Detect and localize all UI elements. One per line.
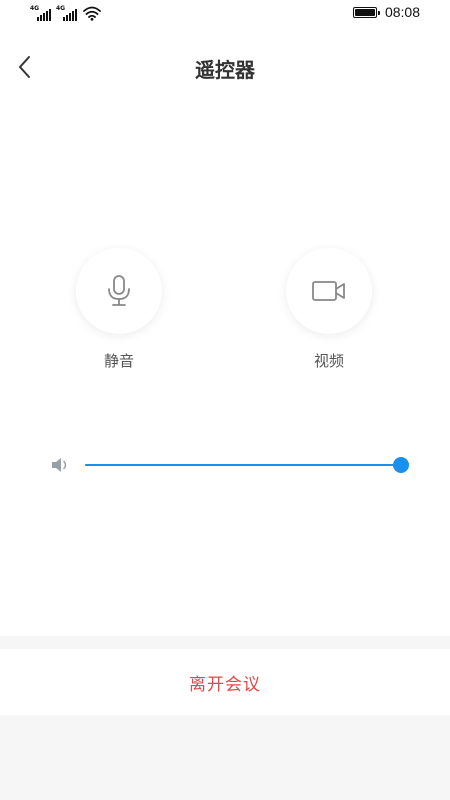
microphone-icon (108, 275, 130, 306)
video-control: 视频 (269, 248, 389, 371)
volume-thumb[interactable] (393, 457, 409, 473)
signal-2-icon: 4G (56, 5, 79, 21)
speaker-icon (52, 458, 67, 472)
wifi-icon (83, 6, 101, 21)
volume-slider[interactable] (85, 455, 409, 475)
volume-fill (85, 464, 405, 466)
status-right: 08:08 (352, 4, 420, 20)
page-title: 遥控器 (195, 58, 255, 82)
battery-icon (352, 6, 380, 18)
status-bar: 4G 4G 08:08 (0, 0, 450, 28)
nav-bar: 遥控器 (0, 40, 450, 96)
leave-meeting-button[interactable]: 离开会议 (0, 649, 450, 715)
volume-row (50, 455, 410, 475)
video-camera-icon (312, 281, 345, 301)
signal-1-icon: 4G (30, 5, 53, 21)
video-label: 视频 (313, 352, 344, 370)
video-button[interactable] (286, 248, 372, 334)
mute-button[interactable] (76, 248, 162, 334)
status-left: 4G 4G (30, 5, 101, 21)
mute-control: 静音 (59, 248, 179, 371)
mute-label: 静音 (103, 352, 134, 370)
status-time: 08:08 (384, 4, 420, 20)
